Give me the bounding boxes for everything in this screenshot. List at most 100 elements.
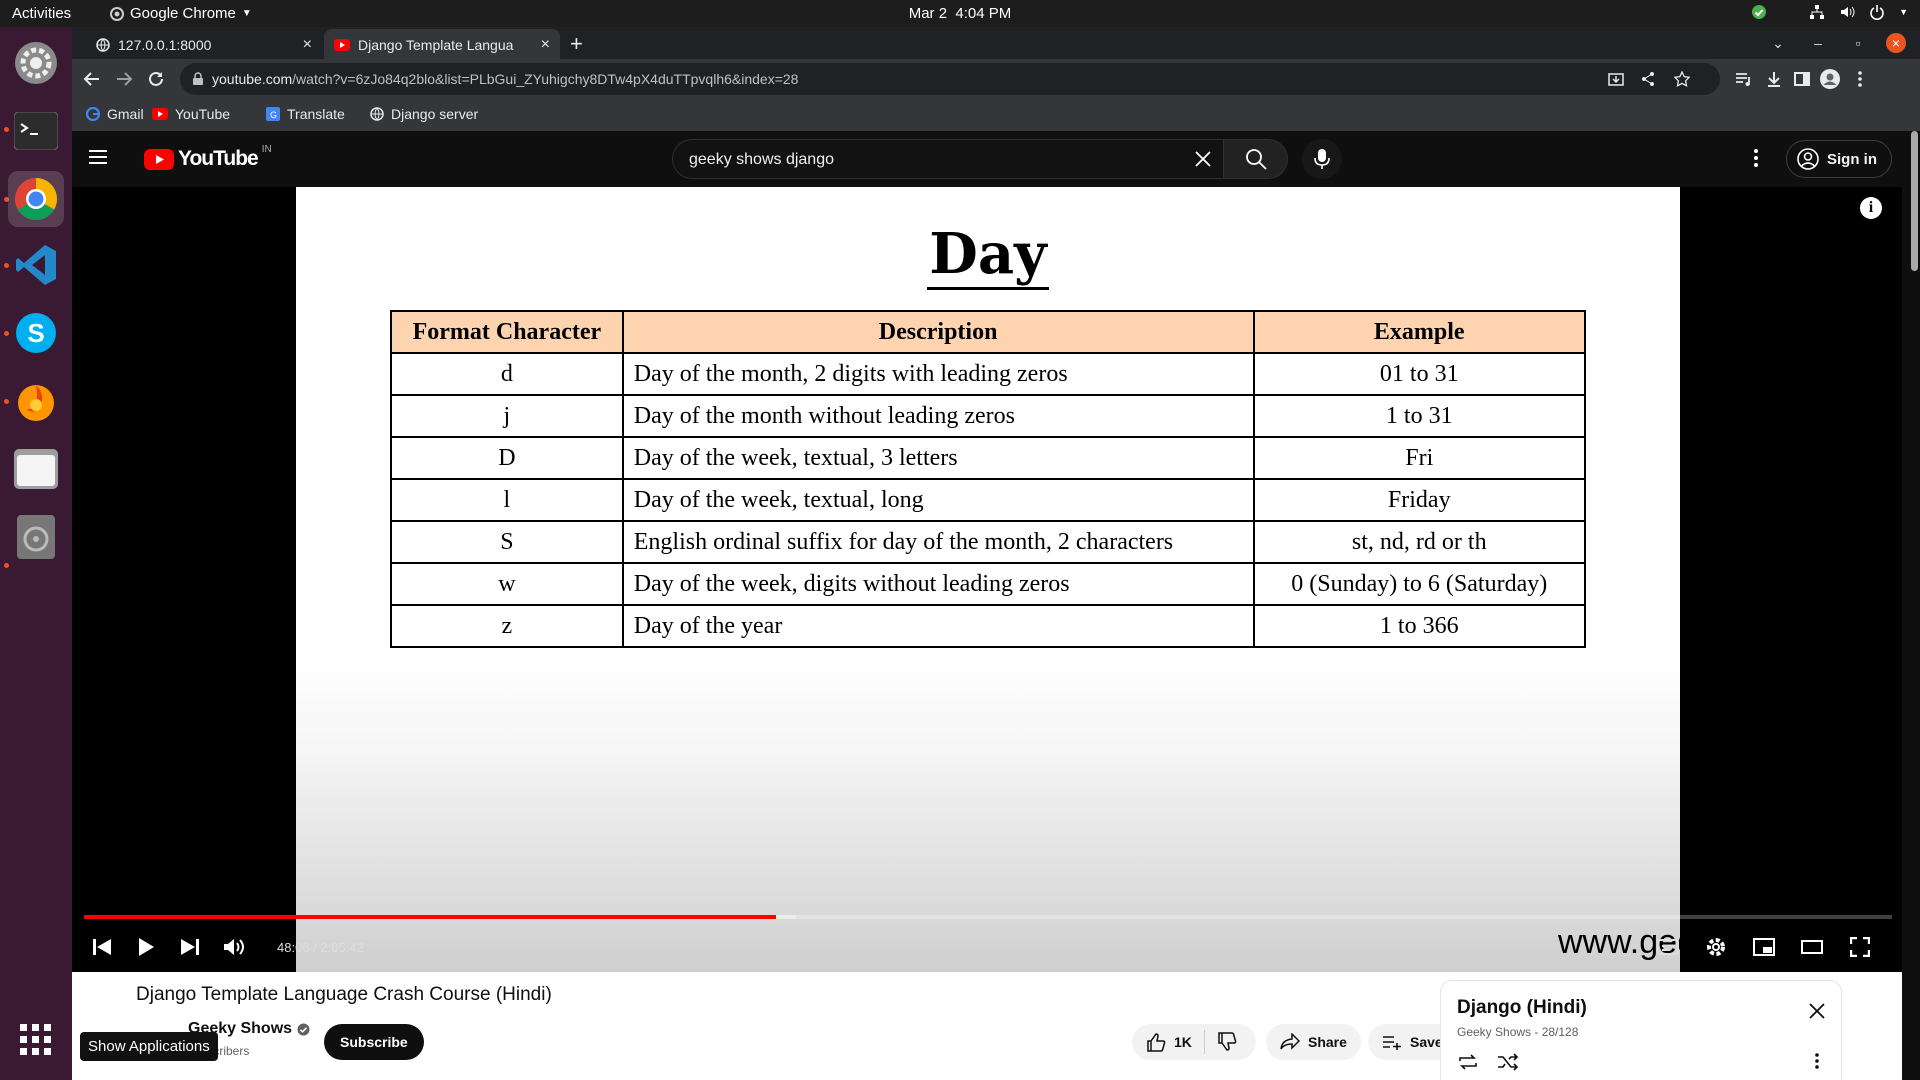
miniplayer-icon bbox=[1753, 938, 1775, 956]
dock-files[interactable] bbox=[8, 441, 64, 497]
chrome-window: 127.0.0.1:8000 × Django Template Langua … bbox=[72, 27, 1920, 1080]
format-character-cell: l bbox=[390, 478, 624, 522]
restore-button[interactable]: ▫ bbox=[1848, 33, 1868, 53]
description-cell: English ordinal suffix for day of the mo… bbox=[621, 520, 1255, 564]
new-tab-button[interactable]: + bbox=[570, 31, 583, 57]
close-tab-icon[interactable]: × bbox=[541, 36, 550, 54]
slide-title: Day bbox=[927, 221, 1049, 290]
activities-button[interactable]: Activities bbox=[12, 5, 71, 22]
close-window-button[interactable]: × bbox=[1886, 33, 1906, 53]
show-applications-button[interactable] bbox=[8, 1012, 64, 1068]
account-icon bbox=[1797, 148, 1819, 170]
back-button[interactable] bbox=[80, 67, 104, 91]
play-button[interactable] bbox=[128, 929, 164, 965]
progress-bar[interactable] bbox=[84, 915, 1892, 919]
bookmark-django-server[interactable]: Django server bbox=[370, 106, 478, 122]
youtube-logo[interactable]: YouTube IN bbox=[144, 144, 272, 171]
search-button[interactable] bbox=[1224, 139, 1288, 179]
bookmarks-bar: Gmail YouTube G Translate Django server bbox=[72, 99, 1920, 131]
column-header: Description bbox=[621, 310, 1255, 354]
like-button[interactable]: 1K bbox=[1132, 1030, 1205, 1054]
close-icon[interactable] bbox=[1809, 1003, 1825, 1019]
chevron-down-icon: ▼ bbox=[1899, 7, 1908, 17]
example-cell: 0 (Sunday) to 6 (Saturday) bbox=[1252, 562, 1586, 606]
example-cell: 1 to 366 bbox=[1252, 604, 1586, 648]
share-button[interactable]: Share bbox=[1266, 1024, 1361, 1060]
dislike-button[interactable] bbox=[1205, 1032, 1249, 1052]
previous-button[interactable] bbox=[84, 929, 120, 965]
hamburger-menu-icon[interactable] bbox=[88, 149, 108, 165]
dock-google-chrome[interactable] bbox=[8, 171, 64, 227]
dock-blender[interactable] bbox=[8, 373, 64, 429]
tab-search-chevron-icon[interactable]: ⌄ bbox=[1768, 33, 1788, 53]
playlist-title[interactable]: Django (Hindi) bbox=[1457, 997, 1587, 1019]
skip-previous-icon bbox=[93, 939, 111, 955]
example-cell: 1 to 31 bbox=[1252, 394, 1586, 438]
system-tray[interactable]: ▼ bbox=[1751, 4, 1908, 20]
forward-button[interactable] bbox=[112, 67, 136, 91]
voice-search-button[interactable] bbox=[1302, 139, 1342, 179]
media-controls-icon[interactable] bbox=[1732, 67, 1756, 91]
chrome-menu-icon[interactable] bbox=[1848, 67, 1872, 91]
theater-mode-button[interactable] bbox=[1794, 929, 1830, 965]
install-app-icon[interactable] bbox=[1604, 67, 1628, 91]
bookmark-youtube[interactable]: YouTube bbox=[152, 106, 230, 122]
playlist-panel: Django (Hindi) Geeky Shows - 28/128 bbox=[1440, 980, 1842, 1080]
tab-youtube[interactable]: Django Template Langua × bbox=[324, 29, 560, 61]
bookmark-star-icon[interactable] bbox=[1670, 67, 1694, 91]
sign-in-button[interactable]: Sign in bbox=[1786, 140, 1892, 178]
bookmark-translate[interactable]: G Translate bbox=[266, 106, 345, 122]
playlist-add-icon bbox=[1383, 1036, 1401, 1050]
miniplayer-button[interactable] bbox=[1746, 929, 1782, 965]
tab-localhost[interactable]: 127.0.0.1:8000 × bbox=[86, 29, 322, 61]
files-folder-icon bbox=[14, 449, 58, 489]
subscribe-button[interactable]: Subscribe bbox=[324, 1024, 424, 1060]
page-scrollbar[interactable] bbox=[1908, 131, 1920, 1080]
share-icon[interactable] bbox=[1636, 67, 1660, 91]
info-card-icon[interactable]: i bbox=[1860, 197, 1882, 219]
dock-vs-code[interactable] bbox=[8, 237, 64, 293]
share-arrow-icon bbox=[1280, 1033, 1300, 1050]
tab-title: Django Template Langua bbox=[358, 37, 514, 53]
skip-next-icon bbox=[181, 939, 199, 955]
fullscreen-button[interactable] bbox=[1842, 929, 1878, 965]
bookmark-label: Translate bbox=[287, 106, 345, 122]
bookmark-gmail[interactable]: Gmail bbox=[86, 106, 144, 122]
subtitles-button[interactable] bbox=[1650, 929, 1686, 965]
playlist-subtitle: Geeky Shows - 28/128 bbox=[1457, 1025, 1579, 1039]
example-cell: Friday bbox=[1252, 478, 1586, 522]
clear-search-icon[interactable] bbox=[1193, 149, 1213, 169]
globe-icon bbox=[370, 107, 384, 121]
google-g-icon bbox=[86, 107, 100, 121]
playlist-menu-icon[interactable] bbox=[1815, 1053, 1819, 1069]
format-character-cell: d bbox=[390, 352, 624, 396]
settings-menu-icon[interactable] bbox=[1754, 149, 1758, 167]
mute-button[interactable] bbox=[216, 929, 252, 965]
loop-icon[interactable] bbox=[1457, 1053, 1479, 1071]
downloads-icon[interactable] bbox=[1762, 67, 1786, 91]
video-player[interactable]: Day Format Character Description Example… bbox=[72, 187, 1902, 972]
dock-skype[interactable]: S bbox=[8, 305, 64, 361]
minimize-button[interactable]: – bbox=[1808, 33, 1828, 53]
youtube-favicon-icon bbox=[334, 39, 350, 51]
search-input[interactable]: geeky shows django bbox=[672, 139, 1224, 179]
dock-terminal[interactable] bbox=[8, 103, 64, 159]
format-character-cell: w bbox=[390, 562, 624, 606]
settings-button[interactable] bbox=[1698, 929, 1734, 965]
dock-settings[interactable] bbox=[8, 35, 64, 91]
translate-icon: G bbox=[266, 107, 280, 121]
update-notifier-icon bbox=[1752, 5, 1767, 19]
next-button[interactable] bbox=[172, 929, 208, 965]
profile-avatar-icon[interactable] bbox=[1818, 67, 1842, 91]
dock-disk-utility[interactable] bbox=[8, 509, 64, 565]
format-character-table: Format Character Description Example d Da… bbox=[390, 310, 1586, 648]
app-menu[interactable]: Google Chrome ▼ bbox=[110, 5, 252, 22]
close-tab-icon[interactable]: × bbox=[303, 36, 312, 54]
play-icon bbox=[139, 938, 154, 956]
shuffle-icon[interactable] bbox=[1497, 1053, 1519, 1071]
scrollbar-thumb[interactable] bbox=[1911, 131, 1918, 271]
clock-button[interactable]: Mar 2 4:04 PM bbox=[909, 5, 1012, 22]
reload-button[interactable] bbox=[144, 67, 168, 91]
address-bar[interactable]: youtube.com/watch?v=6zJo84q2blo&list=PLb… bbox=[180, 63, 1720, 95]
side-panel-icon[interactable] bbox=[1790, 67, 1814, 91]
